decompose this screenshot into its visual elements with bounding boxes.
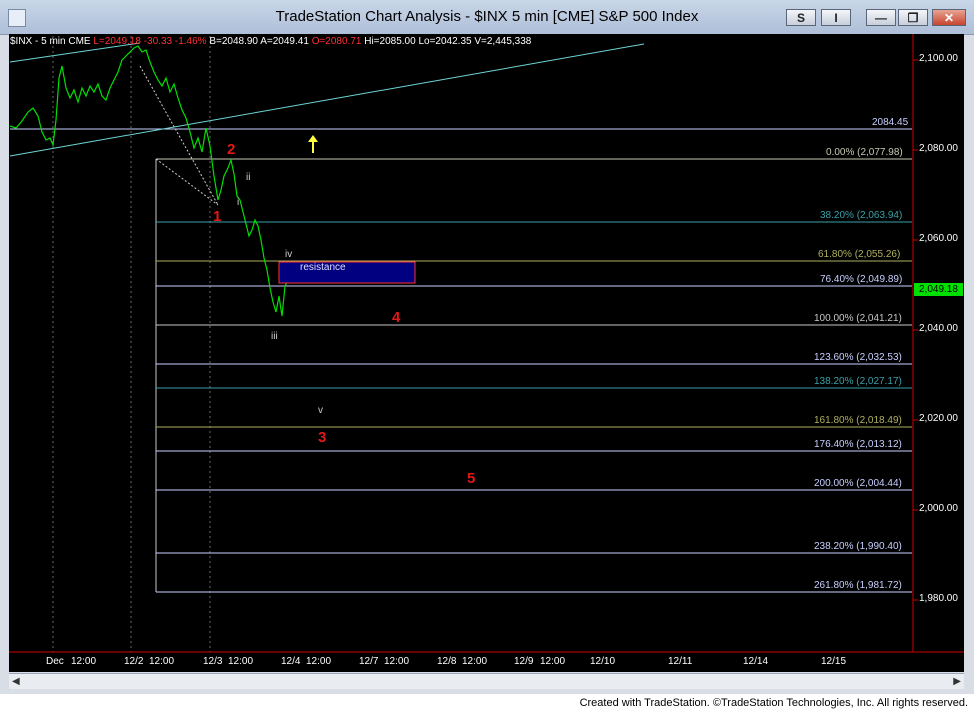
swing-line <box>139 65 219 206</box>
fib-label: 123.60% (2,032.53) <box>814 352 902 363</box>
price-tick: 2,060.00 <box>919 233 958 244</box>
channel-lower-line <box>9 43 645 157</box>
date-tick: 12/10 <box>590 656 616 667</box>
status-high: Hi=2085.00 <box>364 36 416 47</box>
wave-label-4: 4 <box>392 309 401 326</box>
status-pct: -1.46% <box>174 36 207 47</box>
date-tick: 12/15 <box>821 656 847 667</box>
fib-label: 76.40% (2,049.89) <box>820 274 903 285</box>
status-last: L=2049.18 <box>93 36 141 47</box>
status-line: $INX - 5 min CME L=2049.18 -30.33 -1.46%… <box>10 36 531 47</box>
date-tick: Dec <box>46 656 64 667</box>
date-tick: 12/14 <box>743 656 769 667</box>
date-tick: 12:00 <box>71 656 97 667</box>
subwave-label-ii: ii <box>246 172 251 183</box>
wave-label-1: 1 <box>213 208 222 225</box>
price-tick: 2,040.00 <box>919 323 958 334</box>
price-axis-tick-marks <box>913 59 918 601</box>
resistance-level-label: 2084.45 <box>872 117 909 128</box>
status-volume: V=2,445,338 <box>474 36 532 47</box>
fib-label: 61.80% (2,055.26) <box>818 249 901 260</box>
date-tick: 12/7 <box>359 656 379 667</box>
date-tick: 12/11 <box>668 656 693 667</box>
last-price-label: 2,049.18 <box>919 284 958 295</box>
chart-window: TradeStation Chart Analysis - $INX 5 min… <box>0 0 974 694</box>
resistance-box-label: resistance <box>300 262 346 273</box>
status-symbol: $INX - 5 min <box>10 36 66 47</box>
date-tick: 12:00 <box>540 656 566 667</box>
footer-credit: Created with TradeStation. ©TradeStation… <box>579 697 968 709</box>
scroll-right-icon[interactable]: ▶ <box>953 676 961 687</box>
wave-label-3: 3 <box>318 429 327 446</box>
status-low: Lo=2042.35 <box>418 36 472 47</box>
fib-label: 200.00% (2,004.44) <box>814 478 902 489</box>
date-tick: 12/2 <box>124 656 144 667</box>
price-tick: 2,080.00 <box>919 143 958 154</box>
status-bid: B=2048.90 <box>209 36 258 47</box>
date-tick: 12/9 <box>514 656 534 667</box>
scroll-left-icon[interactable]: ◀ <box>12 676 20 687</box>
fib-label: 138.20% (2,027.17) <box>814 376 902 387</box>
status-open: O=2080.71 <box>311 36 362 47</box>
status-change: -30.33 <box>143 36 173 47</box>
fib-label: 161.80% (2,018.49) <box>814 415 902 426</box>
up-arrow <box>308 135 318 153</box>
date-tick: 12/3 <box>203 656 223 667</box>
subwave-label-i: i <box>237 197 240 208</box>
status-exchange: CME <box>68 36 91 47</box>
price-tick: 2,020.00 <box>919 413 958 424</box>
price-tick: 2,000.00 <box>919 503 958 514</box>
date-tick: 12:00 <box>462 656 488 667</box>
fib-label: 100.00% (2,041.21) <box>814 313 902 324</box>
wave-label-2: 2 <box>227 141 236 158</box>
up-arrow-label: ↑ <box>308 133 309 134</box>
fib-label: 38.20% (2,063.94) <box>820 210 903 221</box>
date-tick: 12:00 <box>384 656 410 667</box>
status-ask: A=2049.41 <box>260 36 309 47</box>
price-tick: 2,100.00 <box>919 53 958 64</box>
date-tick: 12/4 <box>281 656 301 667</box>
date-tick: 12:00 <box>149 656 175 667</box>
subwave-label-v: v <box>318 405 323 416</box>
fib-label: 176.40% (2,013.12) <box>814 439 902 450</box>
subwave-label-iii: iii <box>271 331 278 342</box>
subwave-label-iv: iv <box>285 249 293 260</box>
fib-label: 238.20% (1,990.40) <box>814 541 902 552</box>
date-tick: 12:00 <box>306 656 332 667</box>
date-tick: 12/8 <box>437 656 457 667</box>
date-tick: 12:00 <box>228 656 254 667</box>
horizontal-scrollbar[interactable]: ◀ ▶ <box>9 673 964 689</box>
fib-label: 0.00% (2,077.98) <box>826 147 903 158</box>
swing-line <box>155 158 219 206</box>
fib-label: 261.80% (1,981.72) <box>814 580 902 591</box>
wave-label-5: 5 <box>467 470 476 487</box>
price-tick: 1,980.00 <box>919 593 958 604</box>
